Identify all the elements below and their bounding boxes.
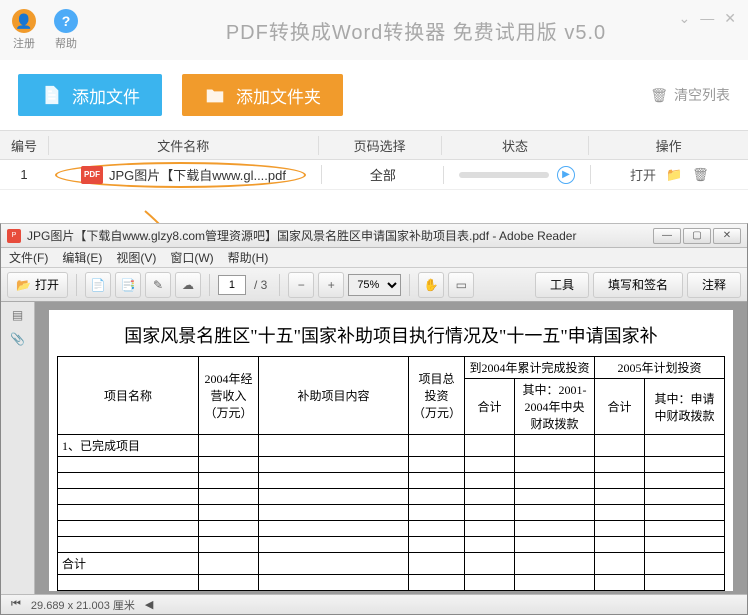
zoom-select[interactable]: 75% bbox=[348, 274, 401, 296]
th-plan-2005: 2005年计划投资 bbox=[595, 357, 725, 379]
register-button[interactable]: 👤 注册 bbox=[12, 9, 36, 51]
col-page: 页码选择 bbox=[318, 136, 441, 155]
row-total: 合计 bbox=[58, 553, 199, 575]
open-link[interactable]: 打开 bbox=[630, 165, 656, 184]
create-pdf-icon[interactable]: 📄 bbox=[85, 272, 111, 298]
reader-maximize-button[interactable]: ▢ bbox=[683, 228, 711, 244]
menu-help[interactable]: 帮助(H) bbox=[228, 249, 269, 266]
menu-file[interactable]: 文件(F) bbox=[9, 249, 48, 266]
play-button[interactable]: ▶ bbox=[557, 166, 575, 184]
document-viewport[interactable]: 国家风景名胜区"十五"国家补助项目执行情况及"十一五"申请国家补 项目名称 20… bbox=[35, 302, 747, 594]
clear-list-label: 清空列表 bbox=[674, 85, 730, 105]
row-op-cell: 打开 📁 🗑 bbox=[590, 165, 748, 184]
cloud-icon[interactable]: ☁ bbox=[175, 272, 201, 298]
nav-prev-icon[interactable]: ◀ bbox=[145, 598, 153, 611]
delete-row-icon[interactable]: 🗑 bbox=[692, 167, 709, 183]
th-subtotal-2: 合计 bbox=[595, 379, 645, 435]
add-file-button[interactable]: 添加文件 bbox=[18, 74, 162, 116]
edit-icon[interactable]: ✎ bbox=[145, 272, 171, 298]
reader-close-button[interactable]: ✕ bbox=[713, 228, 741, 244]
th-cum-2004: 到2004年累计完成投资 bbox=[465, 357, 595, 379]
menu-window[interactable]: 窗口(W) bbox=[170, 249, 213, 266]
reader-menubar: 文件(F) 编辑(E) 视图(V) 窗口(W) 帮助(H) bbox=[1, 248, 747, 268]
col-name: 文件名称 bbox=[48, 136, 318, 155]
zoom-out-icon[interactable]: − bbox=[288, 272, 314, 298]
col-op: 操作 bbox=[588, 136, 748, 155]
th-subtotal-1: 合计 bbox=[465, 379, 515, 435]
page-number-input[interactable] bbox=[218, 275, 246, 295]
help-icon: ? bbox=[54, 9, 78, 33]
adobe-reader-window: P JPG图片【下载自www.glzy8.com管理资源吧】国家风景名胜区申请国… bbox=[0, 223, 748, 615]
thumbnails-icon[interactable]: ▤ bbox=[12, 308, 23, 322]
row-done-title: 1、已完成项目 bbox=[58, 435, 199, 457]
tools-tab[interactable]: 工具 bbox=[535, 272, 589, 298]
reader-minimize-button[interactable]: — bbox=[653, 228, 681, 244]
add-folder-button[interactable]: 添加文件夹 bbox=[182, 74, 343, 116]
help-label: 帮助 bbox=[55, 35, 77, 51]
th-income: 2004年经营收入（万元） bbox=[199, 357, 259, 435]
reader-sidebar: ▤ 📎 bbox=[1, 302, 35, 594]
fill-sign-tab[interactable]: 填写和签名 bbox=[593, 272, 683, 298]
highlight-ellipse: PDF JPG图片【下载自www.gl....pdf bbox=[55, 162, 306, 188]
hand-tool-icon[interactable]: ✋ bbox=[418, 272, 444, 298]
document-table: 项目名称 2004年经营收入（万元） 补助项目内容 项目总投资（万元） 到200… bbox=[57, 356, 725, 591]
document-page: 国家风景名胜区"十五"国家补助项目执行情况及"十一五"申请国家补 项目名称 20… bbox=[49, 310, 733, 591]
app-title: PDF转换成Word转换器 免费试用版 v5.0 bbox=[96, 16, 736, 45]
comment-tab[interactable]: 注释 bbox=[687, 272, 741, 298]
menu-edit[interactable]: 编辑(E) bbox=[62, 249, 102, 266]
row-page-select[interactable]: 全部 bbox=[321, 165, 443, 184]
window-controls: ⌄ — ✕ bbox=[679, 10, 736, 27]
col-no: 编号 bbox=[0, 136, 48, 155]
progress-bar bbox=[459, 172, 549, 178]
row-status-cell: ▶ bbox=[443, 166, 589, 184]
page-dimensions: 29.689 x 21.003 厘米 bbox=[31, 597, 135, 613]
menu-view[interactable]: 视图(V) bbox=[116, 249, 156, 266]
select-tool-icon[interactable]: ▭ bbox=[448, 272, 474, 298]
dropdown-icon[interactable]: ⌄ bbox=[679, 10, 691, 27]
reader-statusbar: ⏮ 29.689 x 21.003 厘米 ◀ bbox=[1, 594, 747, 614]
grid-header: 编号 文件名称 页码选择 状态 操作 bbox=[0, 130, 748, 160]
converter-titlebar: 👤 注册 ? 帮助 PDF转换成Word转换器 免费试用版 v5.0 ⌄ — ✕ bbox=[0, 0, 748, 60]
toolbar-open-button[interactable]: 📂 打开 bbox=[7, 272, 68, 298]
register-label: 注册 bbox=[13, 35, 35, 51]
row-filename: JPG图片【下载自www.gl....pdf bbox=[109, 165, 286, 184]
toolbar-open-label: 打开 bbox=[35, 276, 59, 293]
file-icon bbox=[40, 84, 62, 106]
add-folder-label: 添加文件夹 bbox=[236, 83, 321, 108]
row-name-cell: PDF JPG图片【下载自www.gl....pdf bbox=[48, 162, 321, 188]
attachment-icon[interactable]: 📎 bbox=[10, 332, 25, 346]
clear-list-button[interactable]: 🗑 清空列表 bbox=[650, 85, 730, 105]
help-button[interactable]: ? 帮助 bbox=[54, 9, 78, 51]
folder-icon bbox=[204, 84, 226, 106]
nav-first-icon[interactable]: ⏮ bbox=[11, 598, 21, 611]
page-total-label: / 3 bbox=[254, 278, 267, 292]
close-icon[interactable]: ✕ bbox=[724, 10, 736, 27]
user-icon: 👤 bbox=[12, 9, 36, 33]
trash-icon: 🗑 bbox=[650, 87, 668, 104]
open-folder-icon: 📂 bbox=[16, 278, 31, 292]
th-proj-name: 项目名称 bbox=[58, 357, 199, 435]
th-req-central: 其中：申请中财政拨款 bbox=[645, 379, 725, 435]
action-row: 添加文件 添加文件夹 🗑 清空列表 bbox=[0, 60, 748, 130]
col-status: 状态 bbox=[441, 136, 589, 155]
table-row[interactable]: 1 PDF JPG图片【下载自www.gl....pdf 全部 ▶ 打开 📁 🗑 bbox=[0, 160, 748, 190]
reader-titlebar: P JPG图片【下载自www.glzy8.com管理资源吧】国家风景名胜区申请国… bbox=[1, 224, 747, 248]
zoom-in-icon[interactable]: + bbox=[318, 272, 344, 298]
th-central: 其中：2001-2004年中央财政拨款 bbox=[515, 379, 595, 435]
document-title: 国家风景名胜区"十五"国家补助项目执行情况及"十一五"申请国家补 bbox=[57, 318, 725, 356]
th-content: 补助项目内容 bbox=[259, 357, 409, 435]
pdf-chip-icon: PDF bbox=[81, 166, 103, 184]
folder-open-icon[interactable]: 📁 bbox=[666, 167, 682, 183]
reader-toolbar: 📂 打开 📄 📑 ✎ ☁ / 3 − + 75% ✋ ▭ 工具 填写和签名 注释 bbox=[1, 268, 747, 302]
add-file-label: 添加文件 bbox=[72, 83, 140, 108]
minimize-icon[interactable]: — bbox=[700, 10, 714, 27]
th-total-invest: 项目总投资（万元） bbox=[409, 357, 465, 435]
export-pdf-icon[interactable]: 📑 bbox=[115, 272, 141, 298]
reader-title-text: JPG图片【下载自www.glzy8.com管理资源吧】国家风景名胜区申请国家补… bbox=[27, 227, 576, 244]
pdf-app-icon: P bbox=[7, 229, 21, 243]
row-no: 1 bbox=[0, 167, 48, 182]
